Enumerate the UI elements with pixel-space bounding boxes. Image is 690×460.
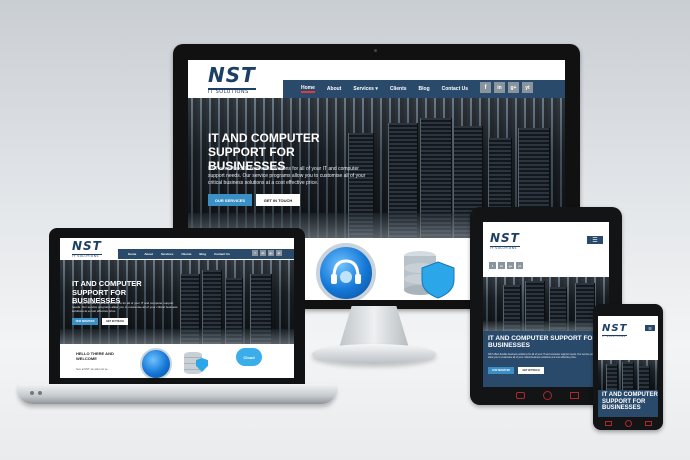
laptop-device: NST IT SOLUTIONS Home About Services Cli… bbox=[49, 228, 305, 388]
recent-apps-icon[interactable] bbox=[570, 392, 579, 399]
monitor-camera bbox=[374, 49, 377, 52]
logo-text: NST bbox=[208, 63, 256, 87]
laptop-base bbox=[18, 384, 336, 404]
phone-device: NST IT SOLUTIONS ☰ IT AND COMPUTER SUPPO… bbox=[593, 304, 663, 430]
laptop-power-indicator bbox=[30, 391, 34, 395]
welcome-title: HELLO THERE AND WELCOME bbox=[76, 351, 114, 361]
our-services-button[interactable]: OUR SERVICES bbox=[208, 194, 252, 206]
nav-home[interactable]: Home bbox=[301, 85, 315, 93]
laptop-get-in-touch-button[interactable]: GET IN TOUCH bbox=[102, 318, 128, 325]
tablet-logo[interactable]: NST IT SOLUTIONS bbox=[490, 231, 520, 250]
tablet-hero bbox=[483, 277, 609, 331]
laptop-indicator-2 bbox=[38, 391, 42, 395]
phone-logo-tagline: IT SOLUTIONS bbox=[602, 335, 626, 338]
tablet-our-services-button[interactable]: OUR SERVICES bbox=[488, 367, 514, 374]
phone-home-icon[interactable] bbox=[625, 420, 632, 427]
laptop-logo-text: NST bbox=[72, 239, 102, 253]
linkedin-icon[interactable]: in bbox=[494, 82, 505, 93]
nav-services[interactable]: Services ▾ bbox=[353, 86, 377, 92]
home-icon[interactable] bbox=[543, 391, 552, 400]
laptop-logo-tagline: IT SOLUTIONS bbox=[72, 254, 99, 258]
get-in-touch-button[interactable]: GET IN TOUCH bbox=[256, 194, 300, 206]
laptop-our-services-button[interactable]: OUR SERVICES bbox=[72, 318, 98, 325]
facebook-icon[interactable]: f bbox=[480, 82, 491, 93]
laptop-nav-services[interactable]: Services bbox=[161, 252, 173, 256]
tablet-logo-tagline: IT SOLUTIONS bbox=[490, 246, 517, 250]
phone-back-icon[interactable] bbox=[605, 421, 612, 426]
cloud-label: Cloud bbox=[243, 354, 255, 360]
tablet-youtube-icon[interactable]: yt bbox=[516, 262, 523, 269]
phone-hamburger-icon: ☰ bbox=[648, 325, 652, 331]
phone-hero-panel: IT AND COMPUTER SUPPORT FOR BUSINESSES bbox=[598, 390, 658, 417]
cloud-icon: Cloud bbox=[236, 348, 262, 366]
youtube-icon[interactable]: yt bbox=[522, 82, 533, 93]
database-shield-icon bbox=[400, 248, 460, 300]
laptop-youtube-icon[interactable]: yt bbox=[276, 250, 282, 256]
tablet-hero-panel: IT AND COMPUTER SUPPORT FOR BUSINESSES N… bbox=[483, 331, 609, 387]
tablet-google-plus-icon[interactable]: g+ bbox=[507, 262, 514, 269]
laptop-nav-clients[interactable]: Clients bbox=[181, 252, 191, 256]
welcome-text: here at NST, we want our se... bbox=[76, 368, 110, 371]
laptop-nav-blog[interactable]: Blog bbox=[199, 252, 206, 256]
phone-hero-title: IT AND COMPUTER SUPPORT FOR BUSINESSES bbox=[602, 392, 658, 412]
laptop-nav-about[interactable]: About bbox=[144, 252, 153, 256]
monitor-base bbox=[312, 344, 436, 364]
chevron-down-icon: ▾ bbox=[375, 86, 378, 92]
laptop-nav-contact[interactable]: Contact Us bbox=[214, 252, 230, 256]
phone-screen: NST IT SOLUTIONS ☰ IT AND COMPUTER SUPPO… bbox=[598, 316, 658, 417]
laptop-logo[interactable]: NST IT SOLUTIONS bbox=[72, 239, 102, 258]
laptop-hero: IT AND COMPUTER SUPPORT FOR BUSINESSES N… bbox=[60, 260, 294, 344]
laptop-headset-icon bbox=[140, 348, 172, 378]
monitor-stand bbox=[339, 306, 409, 348]
phone-menu-button[interactable]: ☰ bbox=[645, 325, 655, 331]
phone-logo-text: NST bbox=[602, 323, 628, 334]
tablet-screen: NST IT SOLUTIONS ☰ f in g+ yt IT AND COM… bbox=[483, 222, 609, 387]
nav-contact[interactable]: Contact Us bbox=[442, 86, 468, 92]
tablet-hero-text: NST offers flexible business solutions f… bbox=[488, 353, 601, 360]
laptop-linkedin-icon[interactable]: in bbox=[260, 250, 266, 256]
phone-logo[interactable]: NST IT SOLUTIONS bbox=[602, 323, 628, 338]
tablet-social-icons: f in g+ yt bbox=[489, 262, 523, 269]
tablet-logo-text: NST bbox=[490, 231, 520, 245]
laptop-facebook-icon[interactable]: f bbox=[252, 250, 258, 256]
laptop-social-icons: f in g+ yt bbox=[252, 250, 282, 256]
hamburger-icon: ☰ bbox=[592, 237, 598, 244]
back-icon[interactable] bbox=[516, 392, 525, 399]
laptop-screen: NST IT SOLUTIONS Home About Services Cli… bbox=[60, 238, 294, 378]
logo-tagline: IT SOLUTIONS bbox=[208, 89, 249, 95]
laptop-google-plus-icon[interactable]: g+ bbox=[268, 250, 274, 256]
laptop-nav-home[interactable]: Home bbox=[128, 252, 136, 256]
nav-services-label: Services bbox=[353, 86, 374, 92]
tablet-get-in-touch-button[interactable]: GET IN TOUCH bbox=[518, 367, 544, 374]
social-icons: f in g+ yt bbox=[480, 82, 533, 93]
tablet-linkedin-icon[interactable]: in bbox=[498, 262, 505, 269]
tablet-facebook-icon[interactable]: f bbox=[489, 262, 496, 269]
phone-recent-icon[interactable] bbox=[645, 421, 652, 426]
tablet-hero-title: IT AND COMPUTER SUPPORT FOR BUSINESSES bbox=[488, 335, 598, 350]
nav-about[interactable]: About bbox=[327, 86, 341, 92]
laptop-hero-text: NST offers flexible business solutions f… bbox=[72, 301, 178, 314]
nav-clients[interactable]: Clients bbox=[390, 86, 407, 92]
google-plus-icon[interactable]: g+ bbox=[508, 82, 519, 93]
menu-toggle-button[interactable]: ☰ bbox=[587, 236, 603, 244]
nav-blog[interactable]: Blog bbox=[419, 86, 430, 92]
phone-hero bbox=[598, 360, 658, 390]
hero-text: NST offers flexible business solutions f… bbox=[208, 166, 366, 186]
support-headset-icon bbox=[316, 243, 376, 300]
site-logo[interactable]: NST IT SOLUTIONS bbox=[208, 63, 256, 95]
